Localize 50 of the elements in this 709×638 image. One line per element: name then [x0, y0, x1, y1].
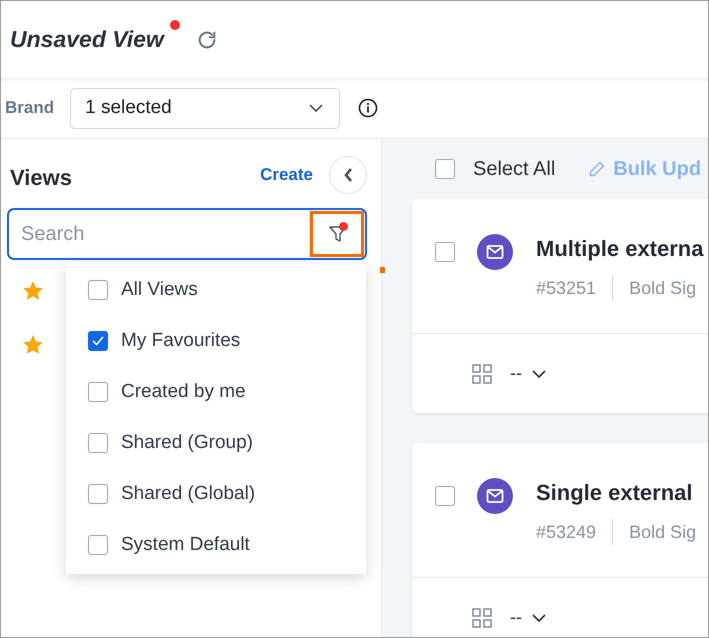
- envelope-icon: [477, 478, 513, 514]
- filter-option[interactable]: All Views: [121, 278, 198, 300]
- grid-icon: [472, 364, 492, 384]
- ticket-title[interactable]: Single external: [536, 480, 696, 506]
- star-icon[interactable]: [23, 281, 43, 301]
- ticket-card[interactable]: Single external #53249 Bold Sig --: [412, 443, 708, 637]
- filter-option[interactable]: Shared (Group): [121, 432, 254, 454]
- check-icon: [91, 334, 105, 346]
- views-heading: Views: [10, 165, 73, 191]
- filter-option[interactable]: Shared (Global): [121, 482, 256, 504]
- chevron-down-icon[interactable]: [532, 370, 546, 378]
- checkbox[interactable]: [88, 330, 108, 350]
- field-value[interactable]: --: [510, 607, 522, 628]
- chevron-left-icon: [343, 167, 353, 183]
- ticket-id: #53251: [536, 278, 596, 298]
- create-link[interactable]: Create: [260, 165, 313, 185]
- envelope-icon: [477, 234, 513, 270]
- ticket-brand: Bold Sig: [629, 278, 696, 298]
- pencil-icon: [588, 160, 606, 178]
- chevron-down-icon: [309, 104, 324, 112]
- ticket-id: #53249: [536, 522, 596, 542]
- filter-button[interactable]: [309, 210, 365, 258]
- search-bar[interactable]: Search: [7, 208, 367, 260]
- search-field[interactable]: Search: [9, 210, 309, 258]
- filter-option[interactable]: Created by me: [121, 380, 246, 402]
- filter-option[interactable]: System Default: [121, 534, 250, 556]
- ticket-brand: Bold Sig: [629, 522, 696, 542]
- checkbox[interactable]: [435, 486, 455, 506]
- chevron-down-icon[interactable]: [532, 614, 546, 622]
- view-title: Unsaved View: [10, 26, 164, 53]
- checkbox[interactable]: [88, 382, 108, 402]
- info-icon[interactable]: [358, 98, 378, 118]
- filter-option[interactable]: My Favourites: [121, 330, 240, 352]
- star-icon[interactable]: [23, 335, 43, 355]
- ticket-card[interactable]: Multiple externa #53251 Bold Sig --: [412, 199, 708, 413]
- checkbox[interactable]: [88, 484, 108, 504]
- collapse-button[interactable]: [329, 156, 367, 194]
- checkbox[interactable]: [88, 534, 108, 554]
- select-all-label: Select All: [473, 158, 556, 180]
- brand-dropdown[interactable]: 1 selected: [70, 88, 340, 128]
- checkbox[interactable]: [435, 242, 455, 262]
- field-value[interactable]: --: [510, 363, 522, 384]
- ticket-title[interactable]: Multiple externa: [536, 236, 704, 262]
- select-all-checkbox[interactable]: [435, 159, 455, 179]
- refresh-icon[interactable]: [196, 28, 218, 50]
- checkbox[interactable]: [88, 280, 108, 300]
- filter-label: Brand: [5, 98, 54, 118]
- checkbox[interactable]: [88, 432, 108, 452]
- annotation-mark: [380, 267, 385, 273]
- grid-icon: [472, 608, 492, 628]
